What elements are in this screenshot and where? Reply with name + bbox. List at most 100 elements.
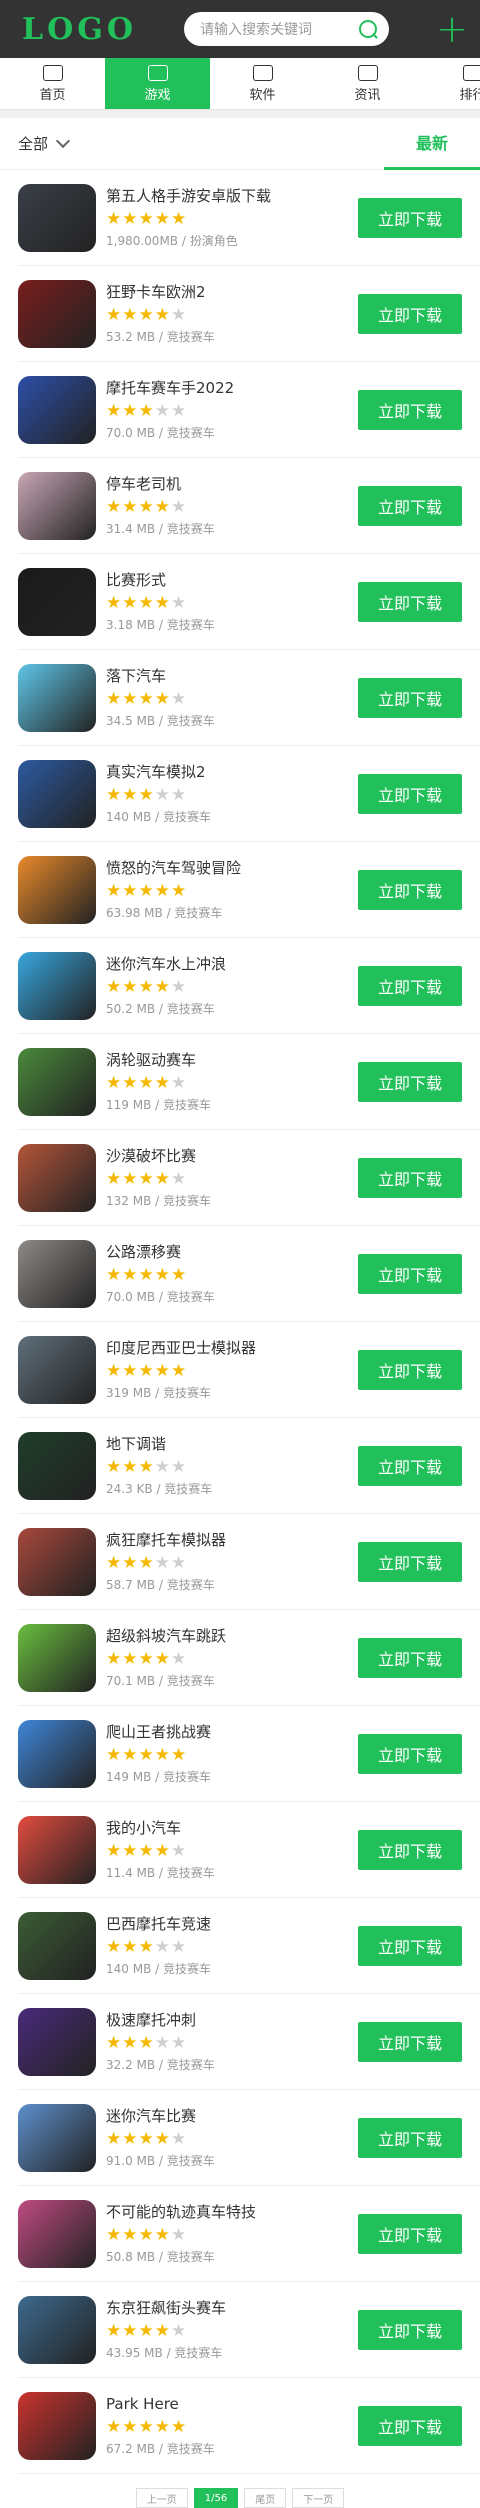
- list-item[interactable]: 真实汽车模拟2★★★★★140 MB / 竞技赛车立即下载: [18, 746, 480, 842]
- search-box[interactable]: 请输入搜索关键词: [184, 12, 389, 46]
- app-icon[interactable]: [18, 1816, 96, 1884]
- download-button[interactable]: 立即下载: [358, 678, 462, 718]
- app-icon[interactable]: [18, 952, 96, 1020]
- app-icon[interactable]: [18, 1912, 96, 1980]
- list-item[interactable]: 东京狂飙街头赛车★★★★★43.95 MB / 竞技赛车立即下载: [18, 2282, 480, 2378]
- app-name[interactable]: 地下调谐: [106, 1434, 358, 1454]
- app-icon[interactable]: [18, 280, 96, 348]
- list-item[interactable]: 地下调谐★★★★★24.3 KB / 竞技赛车立即下载: [18, 1418, 480, 1514]
- app-name[interactable]: 迷你汽车水上冲浪: [106, 954, 358, 974]
- app-icon[interactable]: [18, 568, 96, 636]
- list-item[interactable]: 爬山王者挑战赛★★★★★149 MB / 竞技赛车立即下载: [18, 1706, 480, 1802]
- download-button[interactable]: 立即下载: [358, 582, 462, 622]
- download-button[interactable]: 立即下载: [358, 2022, 462, 2062]
- app-name[interactable]: 疯狂摩托车模拟器: [106, 1530, 358, 1550]
- app-name[interactable]: 摩托车赛车手2022: [106, 378, 358, 398]
- list-item[interactable]: 沙漠破坏比赛★★★★★132 MB / 竞技赛车立即下载: [18, 1130, 480, 1226]
- list-item[interactable]: 落下汽车★★★★★34.5 MB / 竞技赛车立即下载: [18, 650, 480, 746]
- logo[interactable]: LOGO: [22, 12, 137, 47]
- download-button[interactable]: 立即下载: [358, 2310, 462, 2350]
- list-item[interactable]: 比赛形式★★★★★3.18 MB / 竞技赛车立即下载: [18, 554, 480, 650]
- app-icon[interactable]: [18, 376, 96, 444]
- app-name[interactable]: 落下汽车: [106, 666, 358, 686]
- list-item[interactable]: 愤怒的汽车驾驶冒险★★★★★63.98 MB / 竞技赛车立即下载: [18, 842, 480, 938]
- list-item[interactable]: 公路漂移赛★★★★★70.0 MB / 竞技赛车立即下载: [18, 1226, 480, 1322]
- app-icon[interactable]: [18, 1336, 96, 1404]
- list-item[interactable]: 停车老司机★★★★★31.4 MB / 竞技赛车立即下载: [18, 458, 480, 554]
- app-name[interactable]: 迷你汽车比赛: [106, 2106, 358, 2126]
- app-icon[interactable]: [18, 184, 96, 252]
- app-name[interactable]: 印度尼西亚巴士模拟器: [106, 1338, 358, 1358]
- list-item[interactable]: 迷你汽车水上冲浪★★★★★50.2 MB / 竞技赛车立即下载: [18, 938, 480, 1034]
- app-icon[interactable]: [18, 1144, 96, 1212]
- last-page-button[interactable]: 尾页: [244, 2488, 286, 2508]
- download-button[interactable]: 立即下载: [358, 1926, 462, 1966]
- app-name[interactable]: 第五人格手游安卓版下载: [106, 186, 358, 206]
- download-button[interactable]: 立即下载: [358, 966, 462, 1006]
- download-button[interactable]: 立即下载: [358, 1734, 462, 1774]
- app-name[interactable]: 不可能的轨迹真车特技: [106, 2202, 358, 2222]
- download-button[interactable]: 立即下载: [358, 198, 462, 238]
- app-name[interactable]: 愤怒的汽车驾驶冒险: [106, 858, 358, 878]
- app-icon[interactable]: [18, 472, 96, 540]
- nav-item-0[interactable]: 首页: [0, 58, 105, 109]
- app-name[interactable]: 我的小汽车: [106, 1818, 358, 1838]
- download-button[interactable]: 立即下载: [358, 1638, 462, 1678]
- app-name[interactable]: 涡轮驱动赛车: [106, 1050, 358, 1070]
- list-item[interactable]: 迷你汽车比赛★★★★★91.0 MB / 竞技赛车立即下载: [18, 2090, 480, 2186]
- list-item[interactable]: 第五人格手游安卓版下载★★★★★1,980.00MB / 扮演角色立即下载: [18, 170, 480, 266]
- app-name[interactable]: 公路漂移赛: [106, 1242, 358, 1262]
- download-button[interactable]: 立即下载: [358, 486, 462, 526]
- category-dropdown[interactable]: 全部: [18, 133, 68, 154]
- download-button[interactable]: 立即下载: [358, 1446, 462, 1486]
- app-icon[interactable]: [18, 1624, 96, 1692]
- list-item[interactable]: 狂野卡车欧洲2★★★★★53.2 MB / 竞技赛车立即下载: [18, 266, 480, 362]
- download-button[interactable]: 立即下载: [358, 1254, 462, 1294]
- download-button[interactable]: 立即下载: [358, 1158, 462, 1198]
- download-button[interactable]: 立即下载: [358, 870, 462, 910]
- nav-item-2[interactable]: 软件: [210, 58, 315, 109]
- list-item[interactable]: 我的小汽车★★★★★11.4 MB / 竞技赛车立即下载: [18, 1802, 480, 1898]
- app-icon[interactable]: [18, 856, 96, 924]
- app-icon[interactable]: [18, 2008, 96, 2076]
- nav-item-3[interactable]: 资讯: [315, 58, 420, 109]
- app-name[interactable]: 停车老司机: [106, 474, 358, 494]
- app-name[interactable]: 爬山王者挑战赛: [106, 1722, 358, 1742]
- app-icon[interactable]: [18, 2200, 96, 2268]
- download-button[interactable]: 立即下载: [358, 2406, 462, 2446]
- app-icon[interactable]: [18, 1048, 96, 1116]
- app-name[interactable]: 东京狂飙街头赛车: [106, 2298, 358, 2318]
- download-button[interactable]: 立即下载: [358, 1830, 462, 1870]
- tab-latest[interactable]: 最新: [384, 118, 480, 170]
- app-icon[interactable]: [18, 1528, 96, 1596]
- download-button[interactable]: 立即下载: [358, 774, 462, 814]
- app-name[interactable]: 巴西摩托车竞速: [106, 1914, 358, 1934]
- prev-page-button[interactable]: 上一页: [136, 2488, 188, 2508]
- app-icon[interactable]: [18, 2392, 96, 2460]
- app-name[interactable]: 超级斜坡汽车跳跃: [106, 1626, 358, 1646]
- download-button[interactable]: 立即下载: [358, 2214, 462, 2254]
- list-item[interactable]: 疯狂摩托车模拟器★★★★★58.7 MB / 竞技赛车立即下载: [18, 1514, 480, 1610]
- app-name[interactable]: 真实汽车模拟2: [106, 762, 358, 782]
- list-item[interactable]: 印度尼西亚巴士模拟器★★★★★319 MB / 竞技赛车立即下载: [18, 1322, 480, 1418]
- list-item[interactable]: 涡轮驱动赛车★★★★★119 MB / 竞技赛车立即下载: [18, 1034, 480, 1130]
- app-icon[interactable]: [18, 2296, 96, 2364]
- download-button[interactable]: 立即下载: [358, 294, 462, 334]
- app-icon[interactable]: [18, 1432, 96, 1500]
- app-name[interactable]: 比赛形式: [106, 570, 358, 590]
- download-button[interactable]: 立即下载: [358, 390, 462, 430]
- nav-item-4[interactable]: 排行: [420, 58, 480, 109]
- app-icon[interactable]: [18, 760, 96, 828]
- download-button[interactable]: 立即下载: [358, 2118, 462, 2158]
- app-name[interactable]: Park Here: [106, 2394, 358, 2414]
- download-button[interactable]: 立即下载: [358, 1062, 462, 1102]
- search-icon[interactable]: [359, 20, 377, 38]
- app-name[interactable]: 沙漠破坏比赛: [106, 1146, 358, 1166]
- nav-item-1[interactable]: 游戏: [105, 58, 210, 109]
- app-icon[interactable]: [18, 1720, 96, 1788]
- app-name[interactable]: 极速摩托冲刺: [106, 2010, 358, 2030]
- plus-icon[interactable]: +: [436, 10, 468, 48]
- list-item[interactable]: 摩托车赛车手2022★★★★★70.0 MB / 竞技赛车立即下载: [18, 362, 480, 458]
- search-input[interactable]: 请输入搜索关键词: [200, 19, 312, 39]
- list-item[interactable]: 极速摩托冲刺★★★★★32.2 MB / 竞技赛车立即下载: [18, 1994, 480, 2090]
